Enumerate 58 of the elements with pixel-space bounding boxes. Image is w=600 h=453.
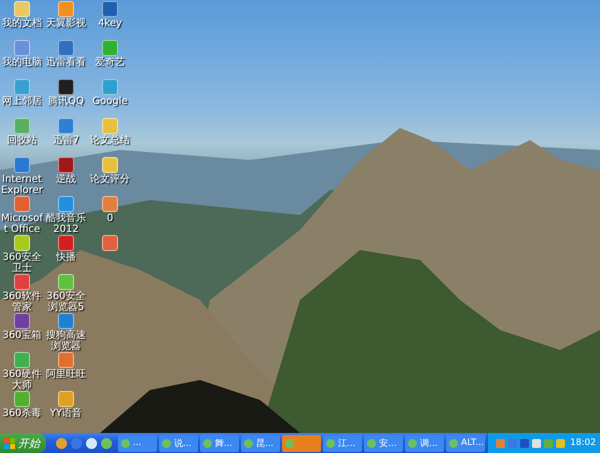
icon-label: 回收站 [6, 135, 38, 146]
icon-label: 搜狗高速浏览器 [45, 330, 87, 352]
icon-label: 爱奇艺 [94, 57, 126, 68]
start-button[interactable]: 开始 [0, 433, 46, 453]
icon-label: Google [91, 96, 129, 107]
icon-label: 360安全卫士 [1, 252, 43, 274]
quick-launch-icon[interactable] [56, 438, 67, 448]
app-icon [244, 438, 253, 448]
icon-label: 360杀毒 [1, 408, 43, 419]
icon-label: 论文总结 [89, 135, 131, 146]
icon-label: 酷我音乐2012 [45, 213, 87, 235]
icon-label: YY语音 [48, 408, 84, 419]
task-button[interactable] [282, 434, 321, 452]
app-icon [326, 438, 335, 448]
app-icon[interactable] [102, 235, 118, 251]
task-button[interactable]: 说... [158, 434, 198, 452]
icon-label: 360软件管家 [1, 291, 43, 313]
icon-label: 逆战 [55, 174, 77, 185]
icon-label: Microsoft Office [0, 213, 44, 235]
icon-label: 360安全浏览器5 [45, 291, 87, 313]
app-icon[interactable] [58, 157, 74, 173]
app-icon [162, 438, 171, 448]
clock: 18:02 [570, 438, 596, 448]
task-button[interactable]: 江... [322, 434, 362, 452]
icon-label: 论文评分 [89, 174, 131, 185]
quick-launch-icon[interactable] [86, 438, 97, 448]
flag-icon [4, 438, 15, 448]
icon-label: 迅雷7 [52, 135, 80, 146]
app-icon[interactable] [102, 1, 118, 17]
icon-label: 我的电脑 [1, 57, 43, 68]
icon-label: 阿里旺旺 [45, 369, 87, 380]
app-icon [202, 438, 212, 448]
icon-label: 360宝箱 [1, 330, 43, 341]
icon-label: 网上邻居 [1, 96, 43, 107]
app-icon [366, 438, 376, 448]
task-button[interactable]: ALT... [446, 434, 486, 452]
icon-label: 快播 [54, 252, 77, 263]
icon-label: 腾讯QQ [47, 96, 85, 107]
task-button[interactable]: 舞... [200, 434, 239, 452]
app-icon [284, 438, 294, 448]
icon-label: 0 [106, 213, 114, 224]
icon-label: 360硬件大师 [1, 369, 43, 391]
app-icon[interactable] [14, 313, 30, 329]
task-button[interactable]: 昆... [240, 434, 280, 452]
icon-label: 天翼影视 [45, 18, 87, 29]
task-button[interactable]: 调... [404, 434, 444, 452]
app-icon [408, 438, 417, 448]
icon-label: Internet Explorer [0, 174, 44, 196]
app-icon [449, 438, 458, 448]
icon-label: 迅雷看看 [45, 57, 87, 68]
app-icon[interactable] [14, 235, 30, 251]
icon-label: 我的文档 [1, 18, 43, 29]
icon-label: 4key [97, 18, 123, 29]
quick-launch-icon[interactable] [100, 438, 112, 448]
app-icon [120, 438, 130, 448]
task-button[interactable]: 安... [364, 434, 403, 452]
task-button[interactable]: ... [118, 434, 157, 452]
app-icon[interactable] [58, 79, 74, 95]
